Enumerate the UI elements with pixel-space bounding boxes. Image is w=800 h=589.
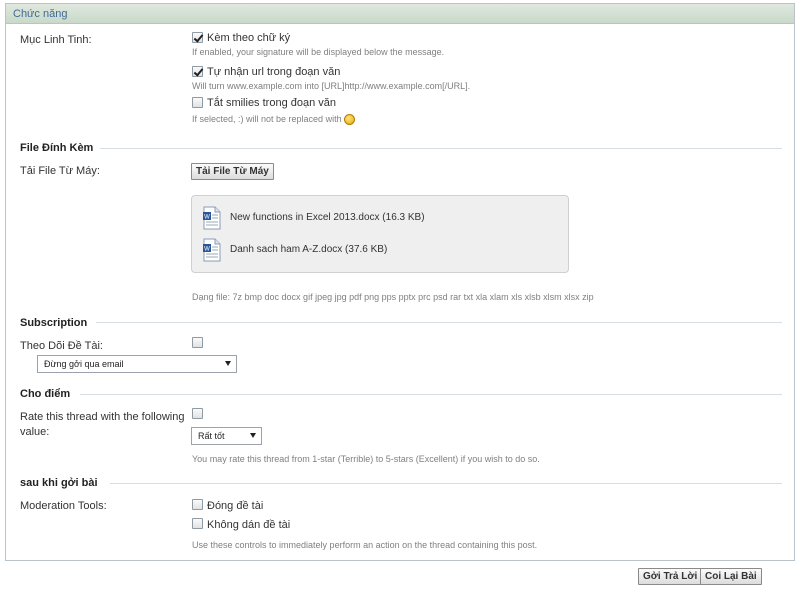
moderation-section-title: sau khi gởi bài <box>20 477 98 489</box>
upload-label: Tải File Từ Máy: <box>20 165 100 177</box>
attachments-divider <box>100 148 782 149</box>
subscription-mode-select[interactable]: Đừng gởi qua email <box>37 355 237 373</box>
upload-button[interactable]: Tải File Từ Máy <box>191 163 274 180</box>
signature-checkbox[interactable] <box>192 32 203 43</box>
disable-smilies-hint-row: If selected, :) will not be replaced wit… <box>192 114 356 126</box>
close-thread-checkbox[interactable] <box>192 499 203 510</box>
submit-reply-button[interactable]: Gởi Trả Lời <box>638 568 703 585</box>
chevron-down-icon <box>250 433 256 438</box>
rating-label-line2: value: <box>20 426 50 438</box>
subscription-section-title: Subscription <box>20 317 88 329</box>
subscribe-checkbox[interactable] <box>192 337 203 348</box>
attachments-section-title: File Đính Kèm <box>20 142 94 154</box>
smiley-icon <box>344 114 356 126</box>
rating-hint: You may rate this thread from 1-star (Te… <box>192 454 540 464</box>
signature-hint: If enabled, your signature will be displ… <box>192 47 445 57</box>
attachment-list: W New functions in Excel 2013.docx (16.3… <box>191 195 569 273</box>
rating-checkbox[interactable] <box>192 408 203 419</box>
close-thread-label: Đóng đề tài <box>207 500 264 512</box>
signature-label: Kèm theo chữ ký <box>207 32 291 44</box>
rating-value: Rất tốt <box>198 431 225 441</box>
rating-select[interactable]: Rất tốt <box>191 427 262 445</box>
chevron-down-icon <box>225 361 231 366</box>
rating-section-title: Cho điểm <box>20 388 71 400</box>
moderation-label: Moderation Tools: <box>20 500 107 512</box>
docx-file-icon: W <box>203 238 221 262</box>
disable-smilies-checkbox[interactable] <box>192 97 203 108</box>
moderation-divider <box>110 483 782 484</box>
allowed-file-types: Dạng file: 7z bmp doc docx gif jpeg jpg … <box>192 292 594 302</box>
unstick-thread-label: Không dán đề tài <box>207 519 291 531</box>
disable-smilies-hint: If selected, :) will not be replaced wit… <box>192 114 342 124</box>
subscription-divider <box>96 322 782 323</box>
moderation-hint: Use these controls to immediately perfor… <box>192 540 538 550</box>
parse-url-hint: Will turn www.example.com into [URL]http… <box>192 81 471 91</box>
preview-post-button[interactable]: Coi Lại Bài <box>700 568 762 585</box>
rating-divider <box>80 394 782 395</box>
misc-label: Mục Linh Tinh: <box>20 34 92 46</box>
subscription-mode-value: Đừng gởi qua email <box>44 359 124 369</box>
docx-file-icon: W <box>203 206 221 230</box>
parse-url-label: Tự nhận url trong đoạn văn <box>207 66 341 78</box>
subscription-label: Theo Dõi Đề Tài: <box>20 340 103 352</box>
disable-smilies-label: Tắt smilies trong đoạn văn <box>207 97 337 109</box>
rating-label-line1: Rate this thread with the following <box>20 411 185 423</box>
unstick-thread-checkbox[interactable] <box>192 518 203 529</box>
attachment-link[interactable]: Danh sach ham A-Z.docx (37.6 KB) <box>230 244 387 255</box>
panel-title: Chức năng <box>6 4 794 24</box>
attachment-link[interactable]: New functions in Excel 2013.docx (16.3 K… <box>230 212 425 223</box>
svg-text:W: W <box>204 247 210 253</box>
svg-text:W: W <box>204 215 210 221</box>
parse-url-checkbox[interactable] <box>192 66 203 77</box>
